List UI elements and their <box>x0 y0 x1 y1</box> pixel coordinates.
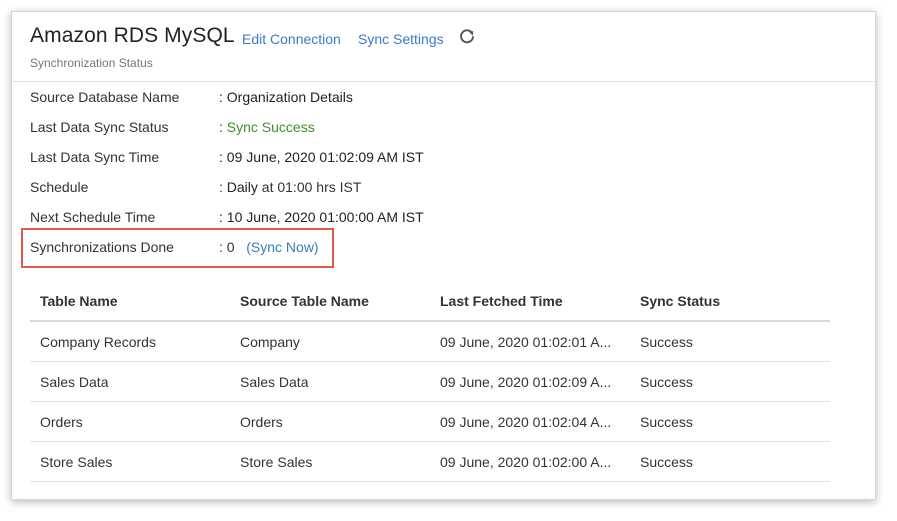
highlight-box <box>21 228 334 268</box>
table-cell-status: Success <box>640 454 693 470</box>
table-row[interactable]: Company Records Company 09 June, 2020 01… <box>30 322 830 362</box>
column-header-sync-status: Sync Status <box>640 293 721 309</box>
last-status-value: Sync Success <box>226 119 315 135</box>
info-row-last-time: Last Data Sync Time : 09 June, 2020 01:0… <box>30 149 630 169</box>
next-time-label: Next Schedule Time <box>30 209 156 225</box>
table-cell-name: Orders <box>40 414 83 430</box>
sync-table: Table Name Source Table Name Last Fetche… <box>30 282 830 482</box>
info-row-next-time: Next Schedule Time : 10 June, 2020 01:00… <box>30 209 630 229</box>
table-header: Table Name Source Table Name Last Fetche… <box>30 282 830 322</box>
table-cell-name: Company Records <box>40 334 156 350</box>
table-cell-fetched: 09 June, 2020 01:02:00 A... <box>440 454 612 470</box>
table-cell-source: Orders <box>240 414 283 430</box>
table-row[interactable]: Store Sales Store Sales 09 June, 2020 01… <box>30 442 830 482</box>
table-row[interactable]: Sales Data Sales Data 09 June, 2020 01:0… <box>30 362 830 402</box>
column-header-last-fetched-time: Last Fetched Time <box>440 293 563 309</box>
table-cell-fetched: 09 June, 2020 01:02:04 A... <box>440 414 612 430</box>
last-status-value-wrap: : Sync Success <box>219 119 315 135</box>
table-cell-fetched: 09 June, 2020 01:02:01 A... <box>440 334 612 350</box>
table-row[interactable]: Orders Orders 09 June, 2020 01:02:04 A..… <box>30 402 830 442</box>
table-cell-source: Company <box>240 334 300 350</box>
last-status-prefix: : <box>219 119 227 135</box>
next-time-value: : 10 June, 2020 01:00:00 AM IST <box>219 209 424 225</box>
table-cell-status: Success <box>640 414 693 430</box>
schedule-value-wrap: : Daily at 01:00 hrs IST <box>219 179 361 195</box>
sync-status-panel: Amazon RDS MySQL Edit Connection Sync Se… <box>11 11 876 500</box>
column-header-table-name: Table Name <box>40 293 118 309</box>
table-cell-name: Sales Data <box>40 374 109 390</box>
refresh-icon[interactable] <box>458 28 476 46</box>
table-cell-name: Store Sales <box>40 454 113 470</box>
last-time-label: Last Data Sync Time <box>30 149 160 165</box>
info-row-schedule: Schedule : Daily at 01:00 hrs IST <box>30 179 630 199</box>
column-header-source-table-name: Source Table Name <box>240 293 369 309</box>
source-db-label: Source Database Name <box>30 89 180 105</box>
table-cell-status: Success <box>640 374 693 390</box>
info-row-source-db: Source Database Name : Organization Deta… <box>30 89 630 109</box>
schedule-time: at 01:00 hrs IST <box>257 179 362 195</box>
last-time-value: : 09 June, 2020 01:02:09 AM IST <box>219 149 424 165</box>
page-subtitle: Synchronization Status <box>30 56 153 70</box>
table-cell-status: Success <box>640 334 693 350</box>
schedule-prefix: : <box>219 179 227 195</box>
panel-header: Amazon RDS MySQL Edit Connection Sync Se… <box>12 12 875 82</box>
last-status-label: Last Data Sync Status <box>30 119 169 135</box>
table-cell-fetched: 09 June, 2020 01:02:09 A... <box>440 374 612 390</box>
schedule-label: Schedule <box>30 179 89 195</box>
schedule-frequency: Daily <box>226 179 258 195</box>
table-cell-source: Sales Data <box>240 374 309 390</box>
sync-settings-link[interactable]: Sync Settings <box>358 31 444 47</box>
table-cell-source: Store Sales <box>240 454 313 470</box>
page-title: Amazon RDS MySQL <box>30 24 235 47</box>
source-db-value: : Organization Details <box>219 89 353 105</box>
edit-connection-link[interactable]: Edit Connection <box>242 31 341 47</box>
info-row-last-status: Last Data Sync Status : Sync Success <box>30 119 630 139</box>
